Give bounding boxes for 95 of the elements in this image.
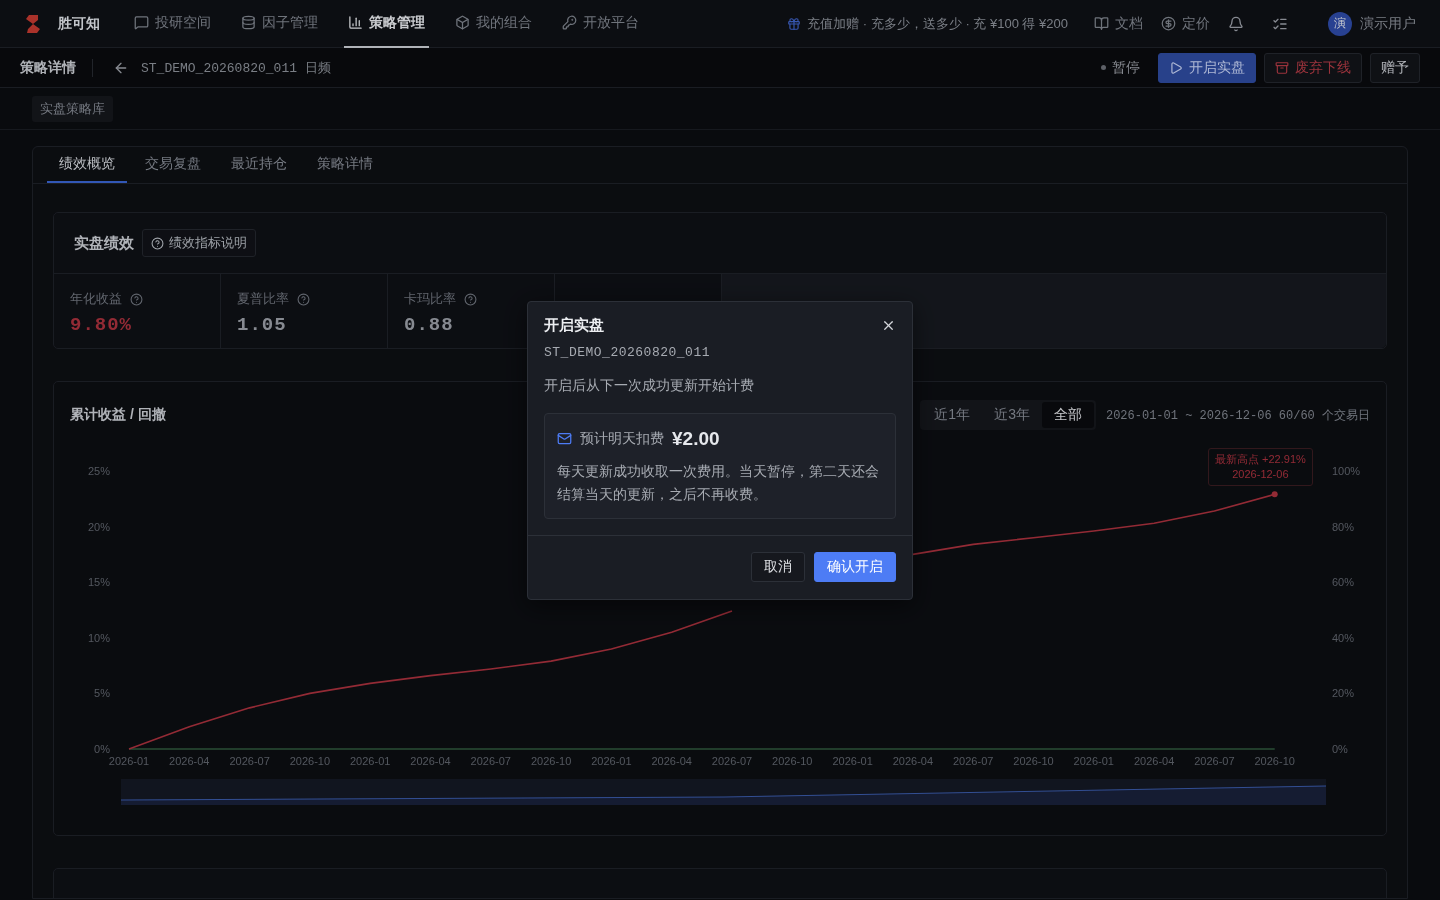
peak-point xyxy=(1271,491,1278,498)
x-axis-label: 2026-10 xyxy=(1254,755,1295,767)
start-button[interactable]: 开启实盘 xyxy=(1158,52,1256,83)
promo-link[interactable]: 充值加赠 · 充多少，送多少 · 充 ¥100 得 ¥200 xyxy=(787,14,1068,33)
help-icon[interactable] xyxy=(297,292,310,306)
play-icon xyxy=(1169,60,1183,75)
x-axis-label: 2026-01 xyxy=(1073,755,1114,767)
tab[interactable]: 交易复盘 xyxy=(133,147,213,183)
notification-button[interactable] xyxy=(1228,15,1244,32)
confirm-button[interactable]: 确认开启 xyxy=(814,551,896,582)
bar-chart-icon xyxy=(348,15,363,30)
metric-value: 0.88 xyxy=(404,314,454,336)
help-icon xyxy=(151,236,164,250)
user-menu[interactable]: 演 演示用户 xyxy=(1328,11,1416,36)
y-axis-label: 40% xyxy=(1332,631,1355,644)
envelope-icon xyxy=(557,431,572,446)
x-axis-label: 2026-04 xyxy=(651,755,692,767)
x-axis-label: 2026-01 xyxy=(832,755,873,767)
gift-button[interactable]: 赠予 xyxy=(1370,52,1420,83)
x-axis-label: 2026-07 xyxy=(1194,755,1235,767)
y-axis-label: 0% xyxy=(94,743,110,755)
help-icon[interactable] xyxy=(130,292,143,306)
chart-title: 累计收益 / 回撤 xyxy=(70,406,166,424)
fee-amount: ¥2.00 xyxy=(672,427,720,450)
brand-name: 胜可知 xyxy=(58,14,100,33)
help-button[interactable]: 绩效指标说明 xyxy=(142,229,256,257)
y-axis-label: 60% xyxy=(1332,576,1355,589)
x-axis-label: 2026-10 xyxy=(1013,755,1054,767)
range-button[interactable]: 全部 xyxy=(1041,402,1094,428)
y-axis-label: 15% xyxy=(87,576,110,589)
strategy-id: ST_DEMO_20260820_011 xyxy=(544,344,712,360)
help-icon[interactable] xyxy=(464,292,477,306)
book-icon xyxy=(1094,16,1109,31)
dialog-title: 开启实盘 xyxy=(544,315,604,335)
y-axis-label: 100% xyxy=(1332,465,1361,477)
nav-item[interactable]: 因子管理 xyxy=(237,0,322,48)
nav-item[interactable]: 投研空间 xyxy=(130,0,215,48)
cancel-button[interactable]: 取消 xyxy=(751,551,805,582)
strategy-name: ST_DEMO_20260820_011 日频 xyxy=(141,59,331,77)
x-axis-label: 2026-04 xyxy=(892,755,934,767)
metric-value: 9.80% xyxy=(70,314,132,336)
x-axis-label: 2026-01 xyxy=(108,755,150,767)
x-axis-label: 2026-01 xyxy=(591,755,632,767)
y-axis-label: 20% xyxy=(87,520,110,533)
tab[interactable]: 绩效概览 xyxy=(47,147,127,183)
x-axis-label: 2026-07 xyxy=(953,755,994,767)
range-button[interactable]: 近3年 xyxy=(982,402,1042,428)
x-axis-label: 2026-10 xyxy=(289,755,331,767)
fee-label: 预计明天扣费 xyxy=(580,429,664,448)
y-axis-label: 10% xyxy=(87,631,110,644)
x-axis-label: 2026-10 xyxy=(530,755,572,767)
peak-tooltip: 最新高点 +22.91% 2026-12-06 xyxy=(1208,448,1313,486)
x-axis-label: 2026-07 xyxy=(711,755,753,767)
tab[interactable]: 策略详情 xyxy=(305,147,385,183)
discard-button[interactable]: 废弃下线 xyxy=(1264,52,1362,83)
page-title: 策略详情 xyxy=(20,58,93,77)
logo-icon xyxy=(24,12,42,35)
y-axis-label: 0% xyxy=(1332,743,1348,755)
x-axis-label: 2026-04 xyxy=(169,755,210,767)
y-axis-label: 25% xyxy=(87,465,110,477)
archive-icon xyxy=(1275,60,1289,75)
cube-icon xyxy=(455,15,470,30)
breadcrumb-link[interactable]: 实盘策略库 xyxy=(32,95,113,122)
range-slider[interactable] xyxy=(120,779,1327,805)
user-avatar: 演 xyxy=(1328,11,1352,36)
nav-item[interactable]: 我的组合 xyxy=(451,0,536,48)
x-axis-label: 2026-01 xyxy=(350,755,391,767)
metric-label: 夏普比率 xyxy=(237,290,289,308)
y-axis-label: 5% xyxy=(94,687,110,700)
metric-value: 1.05 xyxy=(237,314,287,336)
key-icon xyxy=(562,15,577,30)
dialog-description: 开启后从下一次成功更新开始计费 xyxy=(544,376,755,395)
gift-icon xyxy=(787,16,802,31)
x-axis-label: 2026-07 xyxy=(470,755,511,767)
nav-link[interactable]: 定价 xyxy=(1161,14,1210,33)
range-button[interactable]: 近1年 xyxy=(922,402,983,428)
x-axis-label: 2026-07 xyxy=(229,755,270,767)
dollar-icon xyxy=(1161,16,1176,31)
database-icon xyxy=(241,15,256,30)
y-axis-label: 80% xyxy=(1332,520,1355,533)
section-title: 实盘绩效 xyxy=(74,233,134,253)
nav-item[interactable]: 开放平台 xyxy=(558,0,643,48)
status-label: 暂停 xyxy=(1101,58,1140,77)
nav-link[interactable]: 文档 xyxy=(1094,14,1143,33)
y-axis-label: 20% xyxy=(1332,687,1355,700)
x-axis-label: 2026-04 xyxy=(410,755,451,767)
x-axis-label: 2026-04 xyxy=(1133,755,1175,767)
chat-icon xyxy=(134,15,149,30)
fee-note: 每天更新成功收取一次费用。当天暂停，第二天还会结算当天的更新，之后不再收费。 xyxy=(557,461,880,504)
bell-icon xyxy=(1228,15,1244,32)
metric-label: 年化收益 xyxy=(70,290,122,308)
metric-label: 卡玛比率 xyxy=(404,290,456,308)
x-axis-label: 2026-10 xyxy=(772,755,813,767)
date-range: 2026-01-01 ~ 2026-12-06 60/60 个交易日 xyxy=(1105,407,1370,424)
tab[interactable]: 最近持仓 xyxy=(219,147,299,183)
